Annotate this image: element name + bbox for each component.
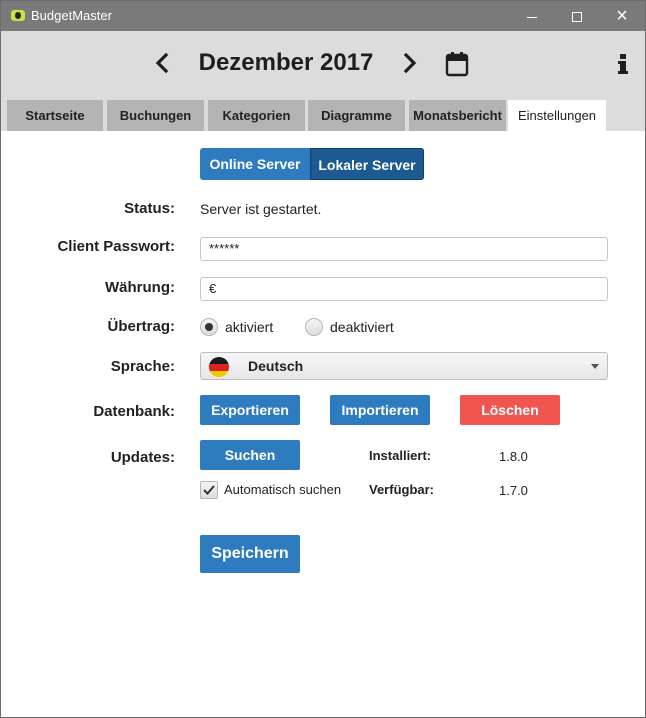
close-icon: × — [616, 5, 628, 27]
password-label: Client Passwort: — [57, 238, 175, 255]
export-button[interactable]: Exportieren — [200, 395, 300, 425]
chevron-left-icon — [155, 52, 169, 74]
currency-label: Währung: — [105, 279, 175, 296]
tab-buchungen[interactable]: Buchungen — [107, 100, 204, 131]
german-flag-icon — [209, 357, 229, 377]
language-select[interactable]: Deutsch — [200, 352, 608, 380]
online-server-button[interactable]: Online Server — [200, 148, 310, 180]
carryover-label: Übertrag: — [107, 318, 175, 335]
app-logo-icon — [11, 10, 25, 21]
maximize-icon — [572, 12, 582, 23]
server-toggle: Online Server Lokaler Server — [200, 148, 424, 180]
carryover-on-label[interactable]: aktiviert — [225, 319, 273, 335]
tab-monatsbericht[interactable]: Monatsbericht — [409, 100, 506, 131]
calendar-button[interactable] — [445, 51, 469, 77]
language-value: Deutsch — [248, 358, 304, 374]
carryover-off-radio[interactable] — [305, 318, 323, 336]
currency-field[interactable]: € — [200, 277, 608, 301]
available-version-value: 1.7.0 — [499, 483, 528, 498]
settings-panel: Online Server Lokaler Server Status: Ser… — [1, 131, 645, 717]
info-button[interactable] — [613, 51, 633, 77]
language-label: Sprache: — [110, 358, 175, 375]
checkmark-icon — [203, 485, 215, 495]
calendar-icon — [445, 52, 469, 77]
next-month-button[interactable] — [397, 51, 421, 75]
carryover-off-label[interactable]: deaktiviert — [330, 319, 394, 335]
local-server-button[interactable]: Lokaler Server — [310, 148, 424, 180]
auto-search-label[interactable]: Automatisch suchen — [224, 482, 341, 497]
chevron-right-icon — [403, 52, 417, 74]
updates-label: Updates: — [110, 449, 175, 466]
maximize-button[interactable] — [554, 1, 600, 31]
installed-version-label: Installiert: — [369, 448, 432, 463]
dropdown-arrow-icon — [591, 364, 599, 369]
info-icon — [618, 54, 628, 74]
tab-diagramme[interactable]: Diagramme — [308, 100, 405, 131]
search-updates-button[interactable]: Suchen — [200, 440, 300, 470]
delete-database-button[interactable]: Löschen — [460, 395, 560, 425]
available-version-label: Verfügbar: — [369, 482, 435, 497]
previous-month-button[interactable] — [151, 51, 175, 75]
auto-search-checkbox[interactable] — [200, 481, 218, 499]
import-button[interactable]: Importieren — [330, 395, 430, 425]
tab-startseite[interactable]: Startseite — [7, 100, 103, 131]
database-label: Datenbank: — [93, 403, 175, 420]
minimize-button[interactable] — [509, 1, 555, 31]
minimize-icon — [527, 16, 537, 18]
status-value: Server ist gestartet. — [200, 201, 322, 217]
installed-version-value: 1.8.0 — [499, 449, 528, 464]
close-button[interactable]: × — [599, 1, 645, 31]
window-title: BudgetMaster — [31, 8, 112, 23]
tab-einstellungen[interactable]: Einstellungen — [508, 100, 606, 131]
title-bar: BudgetMaster × — [1, 1, 645, 31]
carryover-on-radio[interactable] — [200, 318, 218, 336]
current-month-label: Dezember 2017 — [198, 49, 374, 76]
save-button[interactable]: Speichern — [200, 535, 300, 573]
app-window: BudgetMaster × Dezember 2017 Startseite … — [0, 0, 646, 718]
status-label: Status: — [124, 200, 175, 217]
month-header: Dezember 2017 Startseite Buchungen Kateg… — [1, 31, 645, 131]
tab-kategorien[interactable]: Kategorien — [208, 100, 305, 131]
password-field[interactable]: ****** — [200, 237, 608, 261]
